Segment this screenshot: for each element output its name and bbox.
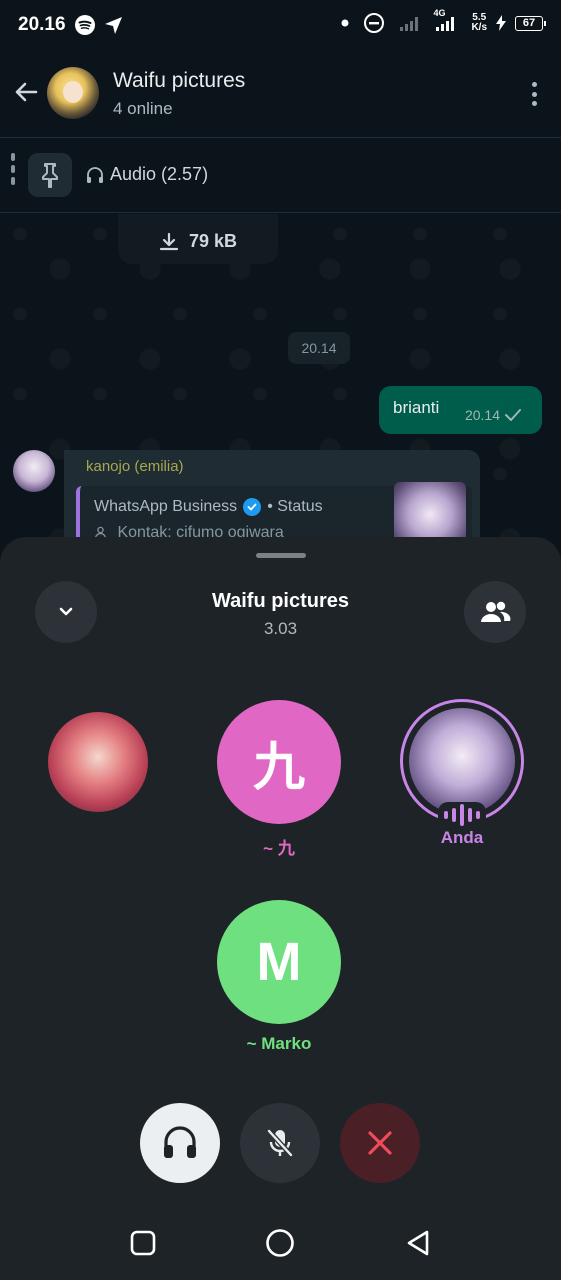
home-button[interactable] — [264, 1227, 296, 1259]
participant-name: ~ 九 — [263, 839, 295, 858]
pin-icon — [42, 163, 58, 188]
incoming-message[interactable]: kanojo (emilia) WhatsApp Business • Stat… — [64, 450, 480, 544]
quoted-message[interactable]: WhatsApp Business • Status Kontak: cifum… — [76, 482, 472, 544]
participant-name: ~ Marko — [246, 1034, 312, 1053]
online-count: 4 online — [113, 99, 173, 118]
quote-thumbnail — [394, 482, 466, 544]
arrow-left-icon — [15, 82, 38, 102]
chat-header: Waifu pictures 4 online — [0, 50, 561, 138]
pinned-message-bar[interactable]: Audio (2.57) — [0, 139, 561, 213]
verified-badge-icon — [243, 498, 262, 516]
charging-icon — [495, 15, 507, 31]
message-sender[interactable]: kanojo (emilia) — [86, 458, 184, 475]
status-right: 4G 5.5 K/s 67 — [341, 8, 546, 34]
participant-avatar — [400, 699, 524, 828]
speaker-button[interactable] — [140, 1103, 220, 1183]
circle-icon — [266, 1229, 294, 1257]
more-options-button[interactable] — [527, 78, 541, 110]
participant-avatar — [48, 712, 148, 812]
quote-title: WhatsApp Business • Status — [94, 498, 323, 516]
headphones-icon — [164, 1126, 196, 1158]
signal-4g-icon: 4G — [433, 8, 457, 32]
drag-handle[interactable] — [256, 553, 306, 558]
pinned-text-label: Audio (2.57) — [110, 164, 209, 184]
outgoing-time-label: 20.14 — [464, 407, 500, 423]
pinned-text: Audio (2.57) — [86, 164, 208, 185]
back-button[interactable] — [10, 76, 42, 108]
mic-off-icon — [267, 1129, 293, 1157]
status-bar: 20.16 4G 5.5 K/s 67 — [0, 0, 561, 50]
system-nav-bar — [0, 1205, 561, 1280]
participant-initial: 九 — [252, 738, 305, 797]
participant-name: Anda — [440, 828, 484, 847]
participant-4[interactable]: M ~ Marko — [214, 900, 344, 1054]
mute-button[interactable] — [240, 1103, 320, 1183]
spotify-icon — [74, 14, 96, 36]
sender-avatar[interactable] — [13, 450, 55, 492]
participants-button[interactable] — [464, 581, 526, 643]
voice-chat-sheet: Waifu pictures 3.03 九 ~ 九 Anda M ~ Marko — [0, 537, 561, 1205]
triangle-back-icon — [407, 1230, 429, 1256]
pinned-indicator — [11, 153, 15, 197]
recents-button[interactable] — [127, 1227, 159, 1259]
quote-title-label: WhatsApp Business — [94, 498, 238, 515]
participant-2[interactable]: 九 ~ 九 — [214, 700, 344, 859]
group-avatar[interactable] — [47, 67, 99, 119]
participant-avatar: 九 — [217, 700, 341, 824]
network-speed: 5.5 K/s — [471, 13, 487, 33]
download-size: 79 kB — [188, 231, 238, 251]
more-vertical-icon — [531, 82, 537, 87]
participant-initial: M — [256, 932, 302, 992]
quote-status: • Status — [267, 498, 323, 515]
signal-icon — [399, 14, 421, 32]
date-chip: 20.14 — [288, 332, 350, 364]
back-nav-button[interactable] — [402, 1227, 434, 1259]
participant-avatar: M — [217, 900, 341, 1024]
outgoing-message-time: 20.14 — [465, 407, 522, 423]
end-call-button[interactable] — [340, 1103, 420, 1183]
network-speed-unit: K/s — [471, 22, 487, 33]
audio-wave-icon — [438, 802, 486, 828]
check-icon — [505, 409, 521, 421]
outgoing-message[interactable]: brianti 20.14 — [379, 386, 542, 434]
download-bubble[interactable]: 79 kB — [118, 214, 278, 264]
close-icon — [368, 1131, 392, 1155]
navigation-icon — [102, 14, 124, 36]
square-icon — [130, 1230, 156, 1256]
pin-button[interactable] — [28, 153, 72, 197]
chat-title[interactable]: Waifu pictures — [113, 69, 245, 93]
status-time: 20.16 — [18, 14, 66, 35]
download-icon — [159, 232, 179, 251]
dnd-icon — [363, 12, 385, 34]
participant-1[interactable] — [33, 712, 163, 822]
chat-area: 79 kB 20.14 brianti 20.14 kanojo (emilia… — [0, 214, 561, 544]
headphones-icon — [87, 166, 103, 183]
participant-self[interactable]: Anda — [397, 699, 527, 848]
dot-icon — [341, 19, 349, 27]
network-type: 4G — [433, 8, 446, 18]
battery-indicator: 67 — [515, 15, 546, 31]
people-icon — [481, 601, 511, 622]
